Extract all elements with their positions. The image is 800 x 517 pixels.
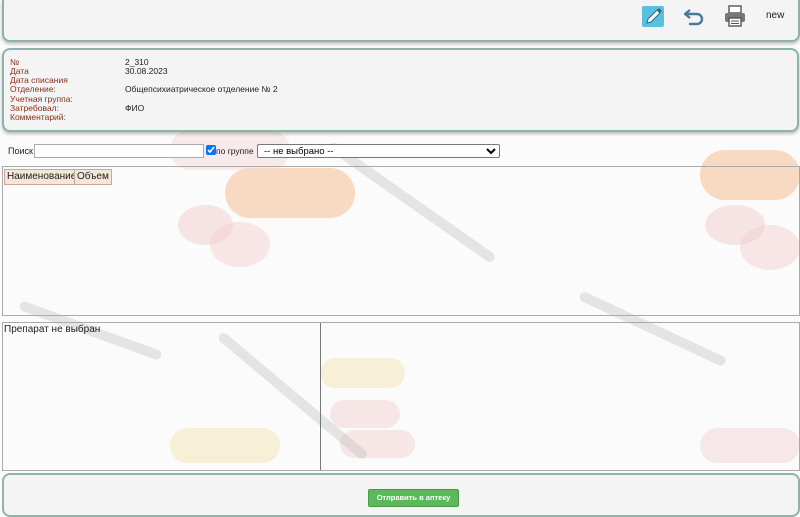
toolbar: new bbox=[2, 0, 800, 42]
column-header-volume[interactable]: Объем bbox=[74, 169, 112, 185]
search-bar: Поиск по группе -- не выбрано -- bbox=[0, 144, 800, 160]
by-group-checkbox[interactable] bbox=[206, 145, 216, 155]
date-value: 30.08.2023 bbox=[125, 66, 168, 76]
drug-detail-left: Препарат не выбран bbox=[3, 323, 321, 470]
send-to-pharmacy-button[interactable]: Отправить в аптеку bbox=[368, 489, 459, 507]
no-drug-selected-text: Препарат не выбран bbox=[4, 324, 101, 335]
detail-panel: Препарат не выбран bbox=[2, 322, 800, 471]
group-select[interactable]: -- не выбрано -- bbox=[257, 144, 500, 158]
comment-label: Комментарий: bbox=[10, 112, 66, 122]
search-input[interactable] bbox=[34, 144, 204, 158]
department-value: Общепсихиатрическое отделение № 2 bbox=[125, 84, 278, 94]
column-header-name[interactable]: Наименование bbox=[4, 169, 80, 185]
search-label: Поиск bbox=[8, 146, 33, 156]
items-table: Наименование Объем bbox=[2, 166, 800, 316]
document-info: № 2_310 Дата 30.08.2023 Дата списания От… bbox=[2, 48, 799, 132]
by-group-label: по группе bbox=[216, 146, 254, 156]
printer-icon[interactable] bbox=[723, 4, 747, 28]
footer: Отправить в аптеку bbox=[2, 473, 800, 517]
pencil-icon[interactable] bbox=[641, 4, 665, 28]
undo-arrow-icon[interactable] bbox=[682, 4, 706, 28]
new-button[interactable]: new bbox=[766, 10, 784, 21]
requested-by-value: ФИО bbox=[125, 103, 145, 113]
department-label: Отделение: bbox=[10, 84, 56, 94]
